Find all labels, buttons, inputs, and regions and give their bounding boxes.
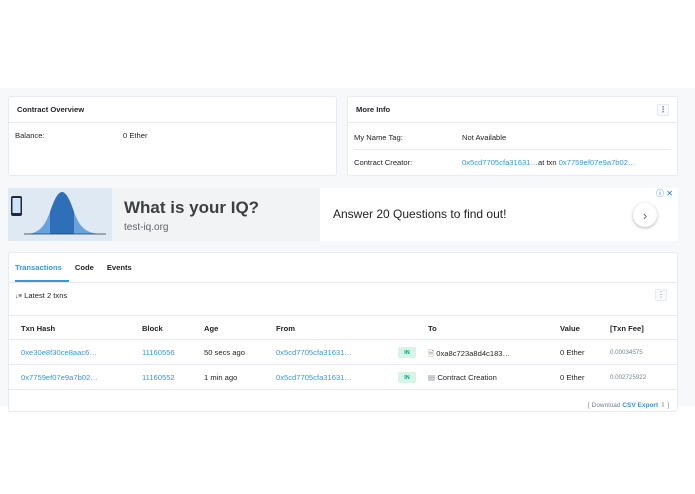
txn-hash-link[interactable]: 0xe30e8f30ce8aac6… bbox=[21, 348, 97, 357]
col-value: Value bbox=[560, 324, 580, 333]
to-address-link[interactable]: 0xa8c723a8d4c183… bbox=[436, 349, 510, 358]
divider bbox=[354, 149, 671, 150]
contract-overview-card: Contract Overview Balance: 0 Ether bbox=[8, 96, 337, 176]
creator-at-text: at txn bbox=[538, 158, 557, 167]
table-header: Txn Hash Block Age From To Value [Txn Fe… bbox=[9, 315, 677, 340]
value-text: 0 Ether bbox=[560, 373, 585, 382]
contract-creation-icon: ▤ bbox=[428, 373, 436, 382]
age-text: 50 secs ago bbox=[204, 348, 245, 357]
block-link[interactable]: 11160556 bbox=[142, 348, 175, 357]
ad-url[interactable]: test-iq.org bbox=[124, 222, 168, 233]
chevron-right-icon[interactable]: › bbox=[633, 203, 657, 227]
ad-title[interactable]: What is your IQ? bbox=[124, 198, 259, 218]
block-link[interactable]: 11160552 bbox=[142, 373, 175, 382]
col-age: Age bbox=[204, 324, 219, 333]
contract-creator-label: Contract Creator: bbox=[354, 158, 413, 167]
txn-options-icon[interactable]: ⋮ bbox=[655, 289, 667, 301]
table-row: 0x7759ef07e9a7b02… 11160552 1 min ago 0x… bbox=[9, 365, 677, 390]
txn-fee-text: 0.00034575 bbox=[610, 349, 643, 356]
contract-overview-title: Contract Overview bbox=[17, 105, 85, 114]
name-tag-label: My Name Tag: bbox=[354, 133, 403, 142]
txn-summary: ↓≡ Latest 2 txns bbox=[15, 291, 67, 300]
tab-code[interactable]: Code bbox=[75, 263, 101, 282]
txn-hash-link[interactable]: 0x7759ef07e9a7b02… bbox=[21, 373, 98, 382]
tab-transactions[interactable]: Transactions bbox=[15, 263, 69, 282]
ad-choices-icon[interactable]: ⓘ ✕ bbox=[656, 188, 673, 199]
contract-creator-value: 0x5cd7705cfa31631…at txn 0x7759ef07e9a7b… bbox=[462, 158, 636, 167]
more-options-icon[interactable]: ⋮ bbox=[657, 103, 669, 116]
download-note: [ Download CSV Export ⇩ ] bbox=[588, 401, 669, 409]
ad-banner[interactable]: What is your IQ? test-iq.org Answer 20 Q… bbox=[8, 188, 678, 241]
more-info-title: More Info bbox=[356, 105, 391, 114]
download-icon: ⇩ ] bbox=[659, 402, 669, 409]
ad-left-panel[interactable]: What is your IQ? test-iq.org bbox=[8, 188, 320, 241]
direction-badge: IN bbox=[398, 347, 416, 358]
col-to: To bbox=[428, 324, 437, 333]
table-row: 0xe30e8f30ce8aac6… 11160556 50 secs ago … bbox=[9, 340, 677, 365]
direction-badge: IN bbox=[398, 372, 416, 383]
col-from: From bbox=[276, 324, 295, 333]
value-text: 0 Ether bbox=[560, 348, 585, 357]
txn-count-text: Latest 2 txns bbox=[24, 291, 68, 300]
contract-file-icon: 🗎 bbox=[428, 349, 435, 358]
csv-export-link[interactable]: CSV Export bbox=[622, 402, 658, 409]
tab-bar: Transactions Code Events bbox=[9, 253, 677, 283]
creator-txn-link[interactable]: 0x7759ef07e9a7b02… bbox=[559, 158, 636, 167]
age-text: 1 min ago bbox=[204, 373, 238, 382]
name-tag-value: Not Available bbox=[462, 133, 507, 142]
txn-fee-text: 0.002725922 bbox=[610, 374, 647, 381]
col-txn-fee: [Txn Fee] bbox=[610, 324, 644, 333]
ad-cta-text[interactable]: Answer 20 Questions to find out! bbox=[333, 207, 506, 221]
tab-events[interactable]: Events bbox=[107, 263, 139, 282]
from-address-link[interactable]: 0x5cd7705cfa31631… bbox=[276, 348, 352, 357]
download-prefix: [ Download bbox=[588, 402, 621, 409]
from-address-link[interactable]: 0x5cd7705cfa31631… bbox=[276, 373, 352, 382]
to-cell: 🗎 0xa8c723a8d4c183… bbox=[428, 348, 510, 361]
contract-creation-text: Contract Creation bbox=[437, 373, 497, 382]
more-info-card: More Info ⋮ My Name Tag: Not Available C… bbox=[347, 96, 678, 176]
balance-label: Balance: bbox=[15, 131, 45, 140]
col-block: Block bbox=[142, 324, 163, 333]
contract-overview-header: Contract Overview bbox=[9, 97, 336, 123]
balance-value: 0 Ether bbox=[123, 131, 148, 140]
more-info-header: More Info ⋮ bbox=[348, 97, 677, 123]
col-txn-hash: Txn Hash bbox=[21, 324, 56, 333]
creator-address-link[interactable]: 0x5cd7705cfa31631… bbox=[462, 158, 538, 167]
bell-curve-image bbox=[8, 188, 112, 241]
transactions-card: Transactions Code Events ↓≡ Latest 2 txn… bbox=[8, 252, 678, 412]
sort-icon: ↓≡ bbox=[15, 293, 23, 300]
to-cell: ▤ Contract Creation bbox=[428, 373, 497, 382]
